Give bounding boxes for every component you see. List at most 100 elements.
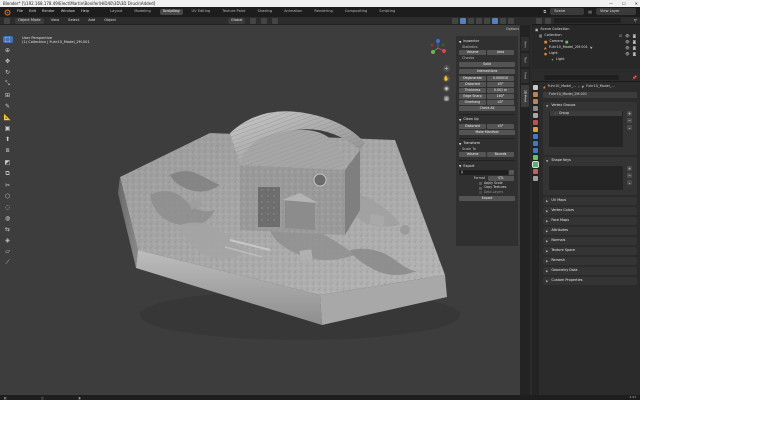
- check-all-button[interactable]: Check All: [459, 105, 515, 111]
- cleanup-distorted-button[interactable]: Distorted: [459, 123, 486, 129]
- view-layer-selector[interactable]: View Layer: [596, 8, 636, 15]
- custom-properties-panel[interactable]: ▶ Custom Properties: [543, 277, 637, 285]
- pan-hand-icon[interactable]: ✋: [443, 75, 450, 82]
- mode-dropdown[interactable]: Object Mode: [15, 17, 44, 24]
- remove-group-button[interactable]: −: [627, 118, 632, 123]
- attributes-panel[interactable]: ▶ Attributes: [543, 227, 637, 235]
- cursor-tool-icon[interactable]: ⊕: [3, 47, 13, 54]
- minimize-button[interactable]: —: [609, 1, 613, 6]
- tab-view[interactable]: View: [521, 69, 529, 83]
- eye-icon[interactable]: 👁: [625, 52, 629, 56]
- list-item[interactable]: ⁘ Group: [550, 111, 622, 116]
- camera-restrict-icon[interactable]: ◙: [633, 34, 636, 38]
- menu-help[interactable]: Help: [81, 10, 89, 14]
- folder-icon[interactable]: 🗀: [509, 170, 514, 176]
- orientation-dropdown[interactable]: Global: [227, 17, 246, 24]
- edge-slide-tool-icon[interactable]: ⇆: [3, 226, 13, 233]
- proportional-icon[interactable]: [272, 17, 279, 24]
- tool-tab-icon[interactable]: [533, 85, 538, 90]
- distorted-value[interactable]: 45°: [487, 81, 514, 87]
- navigation-gizmo[interactable]: [428, 38, 448, 58]
- normals-panel[interactable]: ▶ Normals: [543, 237, 637, 245]
- maximize-button[interactable]: ☐: [622, 1, 626, 6]
- rip-tool-icon[interactable]: ⟋: [3, 259, 13, 267]
- knife-tool-icon[interactable]: ✂: [3, 182, 13, 189]
- eye-icon[interactable]: 👁: [625, 46, 629, 50]
- ortho-grid-icon[interactable]: ▦: [443, 95, 450, 102]
- add-cube-tool-icon[interactable]: ▣: [3, 125, 13, 132]
- checkbox-icon[interactable]: ☑: [619, 34, 622, 38]
- tab-tool[interactable]: Tool: [521, 53, 529, 67]
- shading-render-icon[interactable]: [508, 18, 514, 24]
- menu-window[interactable]: Window: [61, 10, 75, 14]
- volume-button[interactable]: Volume: [459, 50, 486, 56]
- menu-view[interactable]: View: [49, 18, 62, 23]
- material-tab-icon[interactable]: [533, 169, 538, 174]
- menu-render[interactable]: Render: [42, 10, 55, 14]
- filter-icon[interactable]: ⛛: [634, 18, 637, 23]
- edge-sharp-button[interactable]: Edge Sharp: [459, 93, 486, 99]
- cleanup-distorted-value[interactable]: 45°: [487, 123, 514, 129]
- remesh-panel[interactable]: ▶ Remesh: [543, 257, 637, 265]
- tab-rendering[interactable]: Rendering: [311, 9, 335, 15]
- thickness-button[interactable]: Thickness: [459, 87, 486, 93]
- move-tool-icon[interactable]: ✥: [3, 58, 13, 65]
- vertex-colors-panel[interactable]: ▶ Vertex Colors: [543, 207, 637, 215]
- face-maps-panel[interactable]: ▶ Face Maps: [543, 217, 637, 225]
- 3d-viewport[interactable]: User Perspective (1) Collection | Fuhr10…: [0, 25, 520, 395]
- overhang-button[interactable]: Overhang: [459, 99, 486, 105]
- mesh-data-tab-icon[interactable]: [532, 161, 539, 168]
- export-path-field[interactable]: //: [459, 170, 508, 176]
- transform-tool-icon[interactable]: ⊞: [3, 92, 13, 99]
- 3d-model-mesh[interactable]: [0, 25, 520, 395]
- tab-uv-editing[interactable]: UV Editing: [189, 9, 214, 15]
- smooth-tool-icon[interactable]: ◍: [3, 215, 13, 222]
- scale-volume-button[interactable]: Volume: [459, 152, 486, 158]
- area-button[interactable]: Area: [487, 50, 514, 56]
- outliner-search-input[interactable]: [554, 18, 621, 23]
- particles-tab-icon[interactable]: [533, 141, 538, 146]
- physics-tab-icon[interactable]: [533, 148, 538, 153]
- geometry-data-panel[interactable]: ▶ Geometry Data: [543, 267, 637, 275]
- camera-restrict-icon[interactable]: ◙: [633, 52, 636, 56]
- intersections-button[interactable]: Intersections: [459, 68, 515, 74]
- output-tab-icon[interactable]: [533, 99, 538, 104]
- editor-type-icon[interactable]: [4, 17, 10, 24]
- scene-selector[interactable]: Scene: [550, 8, 585, 15]
- data-layers-checkbox[interactable]: [479, 190, 482, 194]
- add-group-button[interactable]: +: [627, 111, 632, 116]
- shading-material-icon[interactable]: [500, 18, 506, 24]
- eye-icon[interactable]: 👁: [625, 34, 629, 38]
- pivot-icon[interactable]: [250, 17, 257, 24]
- transform-header[interactable]: ▼ Transform: [459, 141, 515, 146]
- vertex-groups-header[interactable]: ▼ Vertex Groups: [543, 102, 637, 110]
- camera-restrict-icon[interactable]: ◙: [633, 40, 636, 44]
- properties-search-input[interactable]: [544, 74, 620, 80]
- visibility-icon[interactable]: [452, 18, 458, 24]
- menu-chevron-down-icon[interactable]: ⌄: [627, 125, 632, 130]
- menu-add[interactable]: Add: [86, 18, 97, 23]
- bevel-tool-icon[interactable]: ◩: [3, 159, 13, 166]
- render-tab-icon[interactable]: [533, 92, 538, 97]
- gizmo-toggle-icon[interactable]: [460, 18, 466, 24]
- remove-shape-key-button[interactable]: −: [627, 173, 632, 178]
- extrude-tool-icon[interactable]: ⬆: [3, 136, 13, 143]
- eye-icon[interactable]: 👁: [625, 40, 629, 44]
- select-box-tool-icon[interactable]: ⬚: [2, 36, 13, 43]
- pin-icon[interactable]: 📌: [632, 75, 637, 80]
- shape-keys-list[interactable]: + − ⌄: [549, 166, 632, 190]
- shrink-tool-icon[interactable]: ◈: [3, 237, 13, 244]
- menu-file[interactable]: File: [17, 10, 23, 14]
- tab-texture-paint[interactable]: Texture Paint: [219, 9, 248, 15]
- tab-sculpting[interactable]: Sculpting: [159, 9, 183, 15]
- snap-icon[interactable]: [261, 17, 268, 24]
- make-manifold-button[interactable]: Make Manifold: [459, 129, 515, 135]
- export-header[interactable]: ▼ Export: [459, 164, 515, 169]
- scale-bounds-button[interactable]: Bounds: [487, 152, 514, 158]
- scale-tool-icon[interactable]: ⤡: [3, 80, 13, 88]
- degenerate-button[interactable]: Degenerate: [459, 75, 486, 81]
- texture-tab-icon[interactable]: [533, 176, 538, 181]
- outliner-row[interactable]: ✦ Light: [535, 57, 637, 63]
- tab-scripting[interactable]: Scripting: [376, 9, 398, 15]
- measure-tool-icon[interactable]: 📐: [3, 114, 13, 121]
